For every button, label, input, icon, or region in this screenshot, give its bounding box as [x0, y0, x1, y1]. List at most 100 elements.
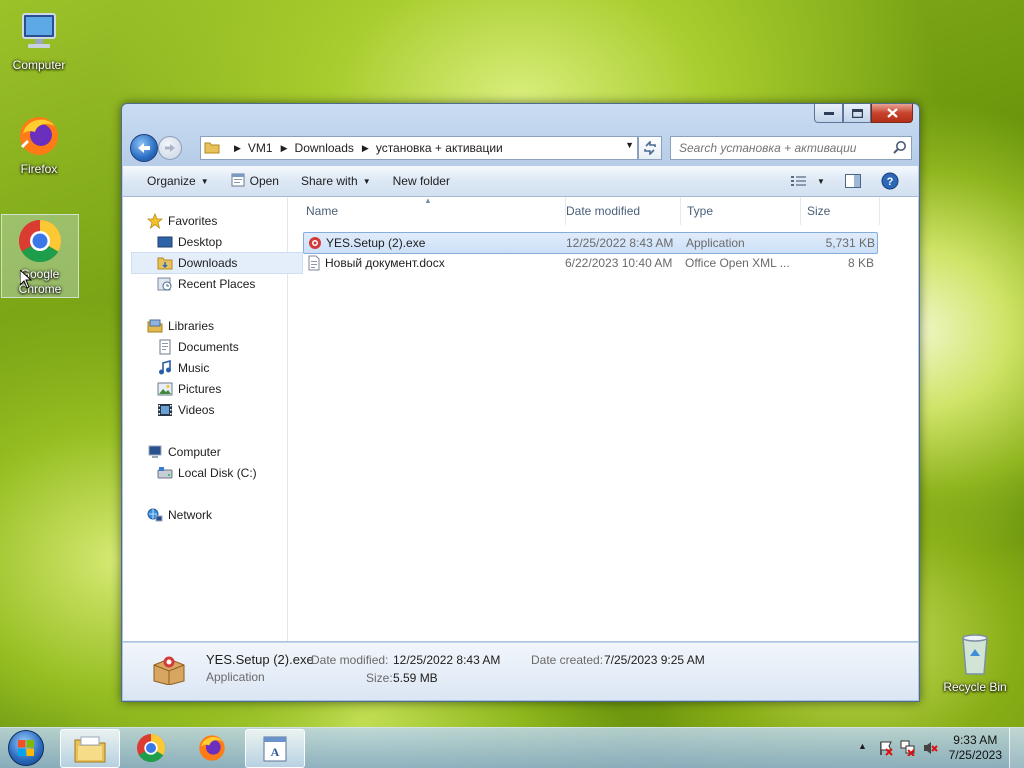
file-date: 6/22/2023 10:40 AM — [565, 256, 673, 270]
caption-buttons — [814, 104, 913, 123]
desktop-icon-firefox[interactable]: Firefox — [1, 112, 77, 177]
file-row[interactable]: YES.Setup (2).exe 12/25/2022 8:43 AM App… — [303, 232, 878, 254]
clock-date: 7/25/2023 — [948, 748, 1002, 762]
taskbar-wordpad-button[interactable]: A — [245, 729, 305, 768]
breadcrumb-item-current[interactable]: установка + активации — [376, 141, 503, 155]
details-size-label: Size: — [366, 671, 393, 685]
show-desktop-button[interactable] — [1009, 728, 1024, 768]
show-hidden-icons-button[interactable]: ▲ — [858, 741, 867, 751]
back-button[interactable] — [130, 134, 158, 162]
column-header-date-modified[interactable]: Date modified — [560, 197, 681, 225]
nav-item-libraries[interactable]: Libraries — [147, 316, 214, 336]
column-header-type[interactable]: Type — [681, 197, 801, 225]
organize-label: Organize — [147, 174, 196, 188]
preview-pane-icon — [845, 174, 861, 188]
desktop-icon — [157, 234, 173, 250]
nav-item-downloads[interactable]: Downloads — [131, 252, 303, 274]
share-with-button[interactable]: Share with ▼ — [293, 169, 379, 193]
details-date-modified-value: 12/25/2022 8:43 AM — [393, 653, 501, 667]
clock[interactable]: 9:33 AM 7/25/2023 — [949, 733, 1002, 763]
change-view-button[interactable]: ▼ — [783, 169, 833, 193]
network-status-icon[interactable] — [900, 740, 916, 759]
breadcrumb-item-downloads[interactable]: Downloads — [295, 141, 354, 155]
desktop-icon-computer[interactable]: Computer — [1, 8, 77, 73]
nav-item-videos[interactable]: Videos — [157, 400, 214, 420]
search-input[interactable] — [677, 140, 886, 156]
column-header-label: Size — [807, 204, 831, 218]
column-header-size[interactable]: Size — [801, 197, 880, 225]
organize-button[interactable]: Organize ▼ — [139, 169, 217, 193]
recent-places-icon — [157, 276, 173, 292]
nav-label: Libraries — [168, 319, 215, 333]
address-row: ▶ VM1 ▶ Downloads ▶ установка + активаци… — [130, 132, 912, 162]
desktop-icon-recycle-bin[interactable]: Recycle Bin — [937, 630, 1013, 695]
volume-muted-icon[interactable] — [922, 740, 938, 759]
column-header-label: Name — [306, 204, 339, 218]
nav-item-network[interactable]: Network — [147, 505, 212, 525]
documents-icon — [157, 339, 173, 355]
clock-time: 9:33 AM — [953, 733, 998, 747]
open-icon — [231, 173, 245, 190]
details-date-modified-label: Date modified: — [311, 653, 389, 667]
taskbar-explorer-button[interactable] — [60, 729, 120, 768]
action-center-icon[interactable] — [878, 740, 894, 759]
help-button[interactable]: ? — [873, 169, 907, 193]
file-row[interactable]: Новый документ.docx 6/22/2023 10:40 AM O… — [303, 253, 876, 273]
chrome-icon — [137, 733, 166, 762]
file-size: 8 KB — [847, 256, 874, 270]
nav-label: Favorites — [168, 214, 218, 228]
svg-text:A: A — [271, 745, 280, 759]
firefox-icon — [15, 112, 63, 160]
start-button[interactable] — [4, 729, 48, 767]
chevron-down-icon: ▼ — [200, 176, 209, 186]
details-date-created-label: Date created: — [531, 653, 604, 667]
file-explorer-icon — [74, 736, 106, 762]
nav-item-computer[interactable]: Computer — [147, 442, 221, 462]
nav-item-recent-places[interactable]: Recent Places — [157, 274, 255, 294]
nav-label: Computer — [168, 445, 221, 459]
open-label: Open — [249, 174, 279, 188]
firefox-icon — [199, 734, 225, 761]
search-icon[interactable] — [893, 140, 907, 157]
content-area: Favorites Desktop Downloads Recent Place… — [123, 196, 918, 641]
wordpad-icon: A — [263, 736, 287, 761]
svg-text:?: ? — [887, 176, 894, 188]
new-folder-button[interactable]: New folder — [385, 169, 458, 193]
recycle-bin-icon — [951, 630, 999, 678]
chrome-icon — [16, 217, 64, 265]
taskbar-firefox-button[interactable] — [183, 729, 241, 766]
mouse-cursor-icon — [19, 268, 33, 292]
address-dropdown-icon[interactable]: ▼ — [625, 140, 634, 150]
nav-item-desktop[interactable]: Desktop — [157, 232, 222, 252]
address-bar[interactable]: ▶ VM1 ▶ Downloads ▶ установка + активаци… — [200, 136, 638, 160]
computer-icon — [15, 8, 63, 56]
nav-item-documents[interactable]: Documents — [157, 337, 239, 357]
close-button[interactable] — [871, 104, 913, 123]
chevron-right-icon: ▶ — [234, 142, 241, 153]
view-list-icon — [791, 176, 806, 186]
desktop-icon-chrome[interactable]: Google Chrome — [1, 214, 79, 298]
taskbar-chrome-button[interactable] — [122, 729, 180, 766]
nav-item-pictures[interactable]: Pictures — [157, 379, 221, 399]
chevron-down-icon: ▼ — [362, 176, 371, 186]
open-button[interactable]: Open — [223, 169, 287, 193]
pictures-icon — [157, 381, 173, 397]
desktop-icon-label: Firefox — [20, 162, 58, 176]
maximize-button[interactable] — [843, 104, 871, 123]
column-header-name[interactable]: Name — [300, 197, 566, 225]
details-pane: YES.Setup (2).exe Application Date modif… — [123, 642, 918, 700]
exe-installer-large-icon — [151, 653, 187, 688]
chevron-right-icon: ▶ — [280, 142, 288, 153]
nav-item-favorites[interactable]: Favorites — [146, 211, 218, 231]
nav-item-local-disk[interactable]: Local Disk (C:) — [157, 463, 257, 483]
forward-button[interactable] — [158, 136, 182, 160]
preview-pane-button[interactable] — [837, 169, 869, 193]
windows-logo-icon — [8, 730, 44, 766]
column-header-label: Date modified — [566, 204, 641, 218]
nav-item-music[interactable]: Music — [157, 358, 209, 378]
file-name: Новый документ.docx — [325, 256, 445, 270]
details-size-value: 5.59 MB — [393, 671, 438, 685]
minimize-button[interactable] — [814, 104, 843, 123]
breadcrumb-item-vm1[interactable]: VM1 — [248, 141, 273, 155]
refresh-button[interactable] — [638, 136, 662, 160]
